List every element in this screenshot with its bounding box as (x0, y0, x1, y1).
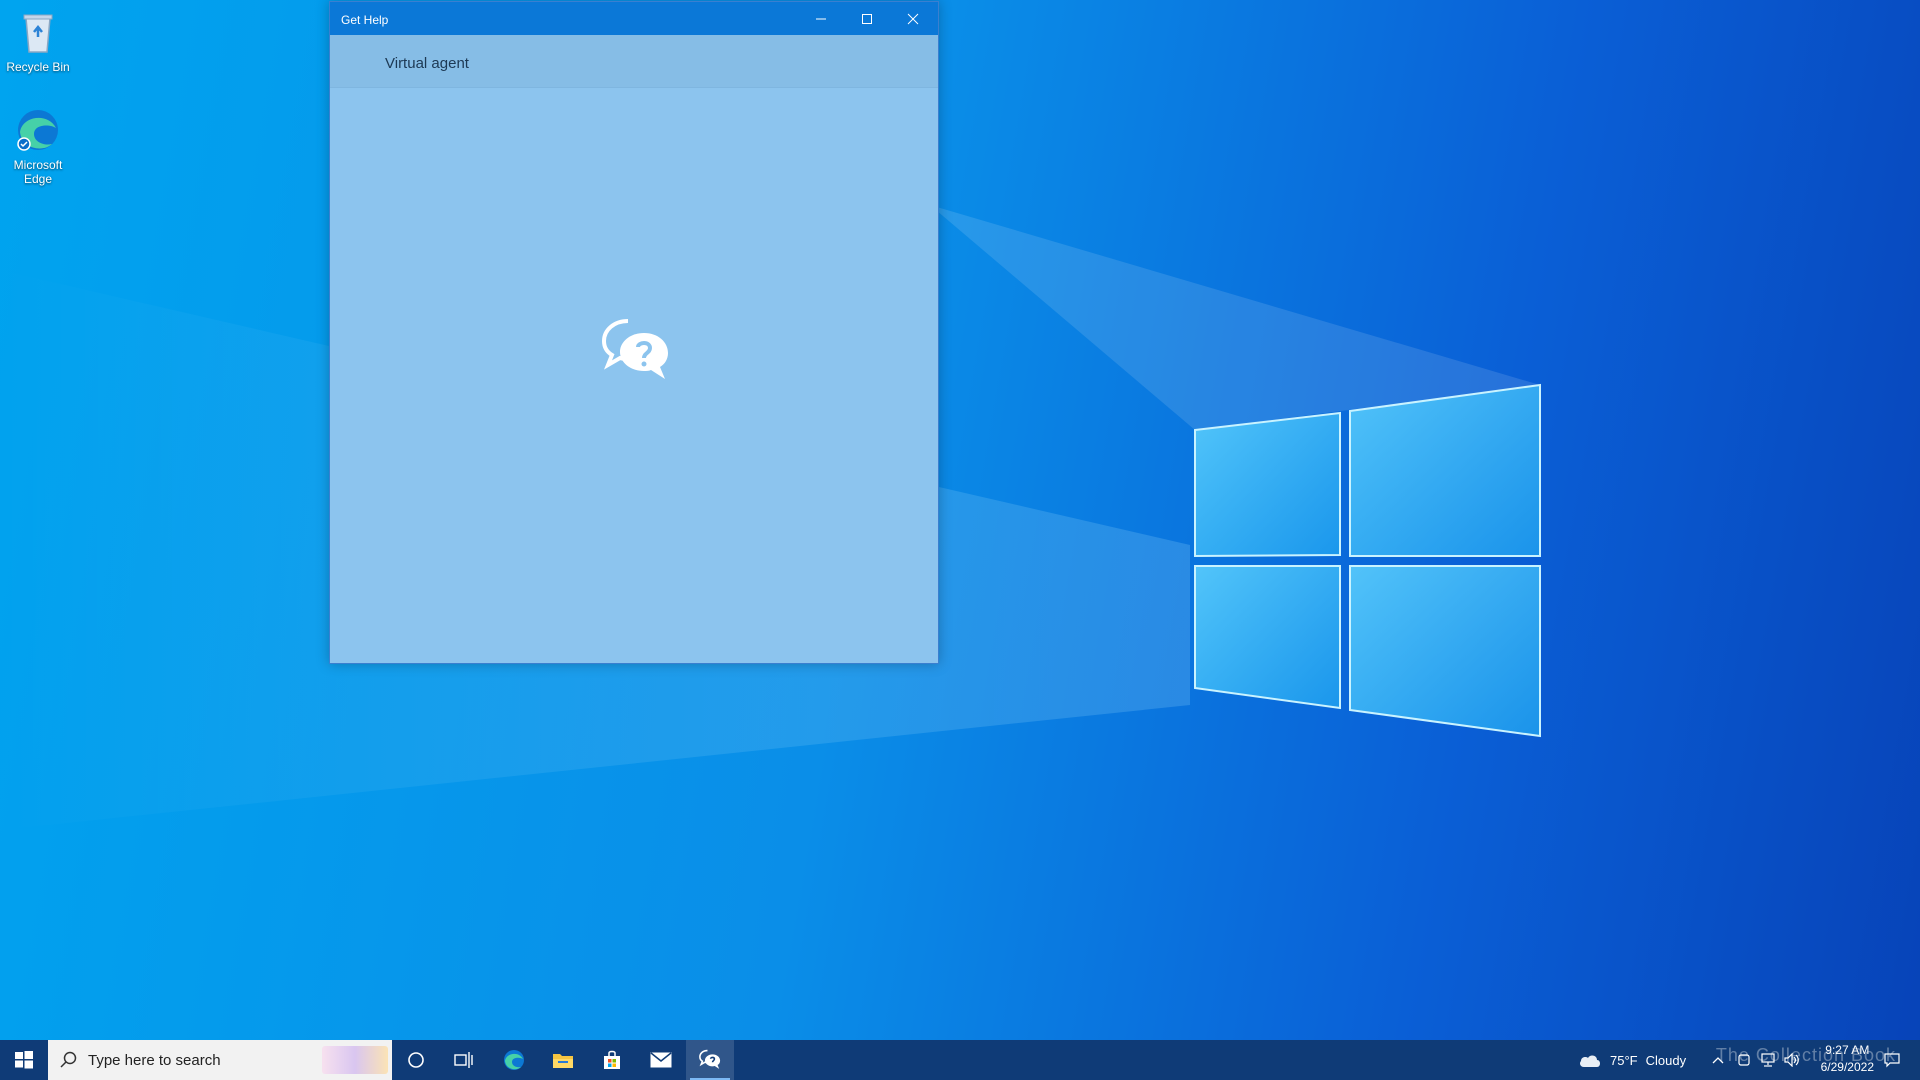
window-title: Get Help (341, 13, 389, 27)
start-button[interactable] (0, 1040, 48, 1080)
close-icon (907, 13, 919, 24)
window-titlebar[interactable]: Get Help (330, 2, 938, 35)
cortana-icon (408, 1052, 424, 1068)
desktop-icon-label: Microsoft Edge (13, 158, 63, 186)
search-placeholder: Type here to search (88, 1052, 221, 1069)
store-icon (604, 1050, 620, 1069)
desktop-icon-recycle-bin[interactable]: Recycle Bin (0, 8, 76, 74)
weather-condition: Cloudy (1645, 1052, 1687, 1068)
get-help-taskbar-button[interactable] (686, 1040, 734, 1080)
taskbar-search-box[interactable]: Type here to search (48, 1040, 392, 1080)
taskbar-edge-button[interactable] (490, 1040, 538, 1080)
close-button[interactable] (890, 2, 936, 35)
nav-header: Virtual agent (330, 35, 938, 88)
desktop-icon-edge[interactable]: Microsoft Edge (0, 106, 76, 186)
get-help-icon (699, 1049, 721, 1069)
watermark-text: The Collection Book (1715, 1045, 1896, 1065)
search-icon (60, 1051, 77, 1068)
desktop-wallpaper (0, 205, 1541, 830)
chat-question-icon (601, 319, 668, 379)
minimize-button[interactable] (798, 2, 844, 35)
taskbar: Type here to search 75°F Cloudy 9:27 AM … (0, 1040, 1920, 1080)
cortana-button[interactable] (392, 1040, 440, 1080)
minimize-icon (816, 18, 826, 19)
maximize-button[interactable] (844, 2, 890, 35)
cloud-icon (1580, 1055, 1600, 1067)
recycle-bin-icon (23, 14, 53, 53)
edge-icon (504, 1050, 524, 1070)
mail-button[interactable] (637, 1040, 685, 1080)
search-highlight-image[interactable] (322, 1046, 388, 1074)
start-icon (15, 1051, 33, 1069)
maximize-icon (862, 13, 872, 24)
weather-widget[interactable]: 75°F Cloudy (1578, 1040, 1698, 1080)
file-explorer-button[interactable] (539, 1040, 587, 1080)
get-help-window: Get Help Virtual agent (329, 1, 939, 664)
store-button[interactable] (588, 1040, 636, 1080)
weather-temp: 75°F (1610, 1052, 1638, 1068)
task-view-icon (454, 1052, 473, 1068)
desktop-icon-label: Recycle Bin (6, 60, 70, 74)
mail-icon (650, 1052, 672, 1068)
file-explorer-icon (553, 1054, 573, 1068)
nav-title: Virtual agent (385, 55, 469, 72)
edge-icon (17, 110, 58, 151)
task-view-button[interactable] (440, 1040, 488, 1080)
